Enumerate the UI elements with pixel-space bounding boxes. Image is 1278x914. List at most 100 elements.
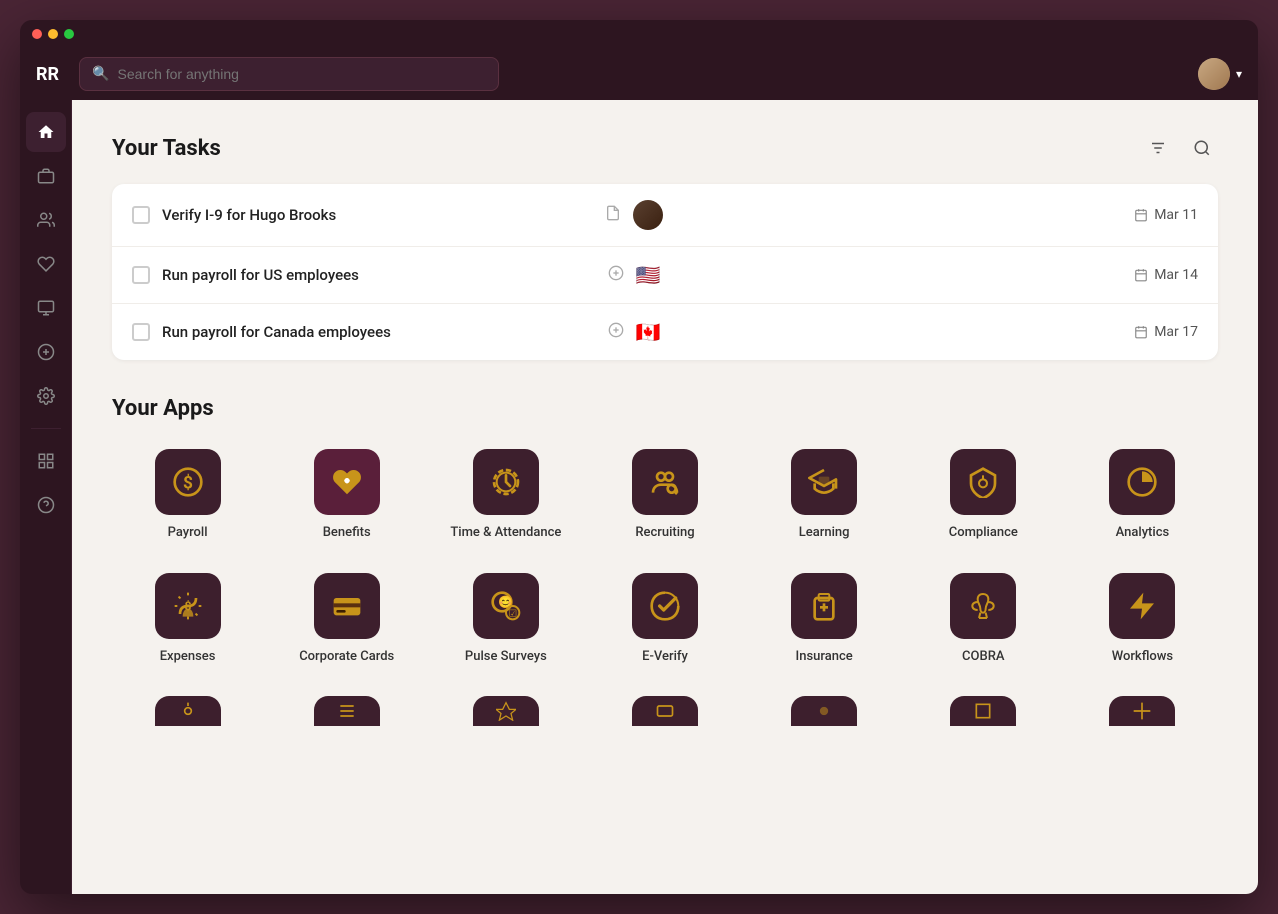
app-label-recruiting: Recruiting	[635, 525, 694, 541]
sidebar-item-home[interactable]	[26, 112, 66, 152]
filter-button[interactable]	[1142, 132, 1174, 164]
app-item-benefits[interactable]: Benefits	[271, 441, 422, 549]
minimize-dot[interactable]	[48, 29, 58, 39]
apps-grid-row1: $ Payroll	[112, 441, 1218, 549]
app-item-time-attendance[interactable]: Time & Attendance	[430, 441, 581, 549]
app-item-corporate-cards[interactable]: Corporate Cards	[271, 565, 422, 673]
app-item-expenses[interactable]: $ Expenses	[112, 565, 263, 673]
svg-text:$: $	[183, 474, 193, 494]
app-item-partial-7[interactable]	[1067, 688, 1218, 734]
compliance-icon	[950, 449, 1016, 515]
task-checkbox-1[interactable]	[132, 206, 150, 224]
learning-icon	[791, 449, 857, 515]
svg-text:☑: ☑	[509, 608, 517, 619]
app-item-partial-4[interactable]	[589, 688, 740, 734]
app-label-insurance: Insurance	[796, 649, 853, 665]
sidebar-item-jobs[interactable]	[26, 156, 66, 196]
canada-flag: 🇨🇦	[636, 320, 661, 344]
app-item-partial-5[interactable]	[749, 688, 900, 734]
insurance-icon	[791, 573, 857, 639]
sidebar-item-settings[interactable]	[26, 376, 66, 416]
app-item-compliance[interactable]: Compliance	[908, 441, 1059, 549]
analytics-icon	[1109, 449, 1175, 515]
sidebar-item-benefits[interactable]	[26, 244, 66, 284]
app-label-cobra: COBRA	[962, 649, 1004, 665]
payroll-icon: $	[155, 449, 221, 515]
sidebar-item-people[interactable]	[26, 200, 66, 240]
sidebar-item-devices[interactable]	[26, 288, 66, 328]
app-item-cobra[interactable]: COBRA	[908, 565, 1059, 673]
app-label-time-attendance: Time & Attendance	[450, 525, 561, 541]
app-window: RR 🔍 ▾	[20, 20, 1258, 894]
task-date-1: Mar 11	[1118, 207, 1198, 223]
tasks-title: Your Tasks	[112, 136, 221, 161]
user-menu[interactable]: ▾	[1198, 58, 1242, 90]
dollar-circle-icon-3	[608, 322, 624, 342]
apps-title: Your Apps	[112, 396, 1218, 421]
sidebar-item-apps[interactable]	[26, 441, 66, 481]
task-date-3: Mar 17	[1118, 324, 1198, 340]
search-bar[interactable]: 🔍	[79, 57, 499, 91]
pulse-surveys-icon: 😊 ☑	[473, 573, 539, 639]
corporate-cards-icon	[314, 573, 380, 639]
app-label-analytics: Analytics	[1116, 525, 1170, 541]
avatar	[1198, 58, 1230, 90]
sidebar-item-help[interactable]	[26, 485, 66, 525]
apps-grid-row3-partial	[112, 688, 1218, 734]
tasks-list: Verify I-9 for Hugo Brooks Mar 11	[112, 184, 1218, 360]
apps-section: Your Apps $ Payroll	[112, 396, 1218, 734]
task-date-text-1: Mar 11	[1154, 207, 1198, 223]
table-row: Run payroll for Canada employees 🇨🇦 Mar …	[112, 304, 1218, 360]
app-item-workflows[interactable]: Workflows	[1067, 565, 1218, 673]
task-date-text-2: Mar 14	[1154, 267, 1198, 283]
app-item-partial-1[interactable]	[112, 688, 263, 734]
dollar-circle-icon-2	[608, 265, 624, 285]
search-icon: 🔍	[92, 66, 109, 82]
recruiting-icon	[632, 449, 698, 515]
titlebar	[20, 20, 1258, 48]
task-label-2: Run payroll for US employees	[162, 266, 596, 284]
table-row: Verify I-9 for Hugo Brooks Mar 11	[112, 184, 1218, 247]
main-content: Your Tasks Verify I-9 for Hugo	[72, 100, 1258, 894]
tasks-header: Your Tasks	[112, 132, 1218, 164]
sidebar-divider	[31, 428, 61, 429]
search-input[interactable]	[118, 66, 487, 82]
us-flag: 🇺🇸	[636, 263, 661, 287]
app-item-analytics[interactable]: Analytics	[1067, 441, 1218, 549]
app-label-compliance: Compliance	[949, 525, 1018, 541]
app-item-payroll[interactable]: $ Payroll	[112, 441, 263, 549]
expenses-icon: $	[155, 573, 221, 639]
task-date-text-3: Mar 17	[1154, 324, 1198, 340]
app-logo[interactable]: RR	[36, 64, 59, 85]
sidebar	[20, 100, 72, 894]
app-item-partial-3[interactable]	[430, 688, 581, 734]
app-label-pulse-surveys: Pulse Surveys	[465, 649, 547, 665]
app-label-corporate-cards: Corporate Cards	[299, 649, 394, 665]
app-item-pulse-surveys[interactable]: 😊 ☑ Pulse Surveys	[430, 565, 581, 673]
app-label-workflows: Workflows	[1112, 649, 1173, 665]
e-verify-icon	[632, 573, 698, 639]
maximize-dot[interactable]	[64, 29, 74, 39]
task-date-2: Mar 14	[1118, 267, 1198, 283]
app-label-payroll: Payroll	[168, 525, 208, 541]
app-item-e-verify[interactable]: E-Verify	[589, 565, 740, 673]
doc-icon	[605, 205, 621, 225]
table-row: Run payroll for US employees 🇺🇸 Mar 14	[112, 247, 1218, 304]
app-item-learning[interactable]: Learning	[749, 441, 900, 549]
app-item-partial-6[interactable]	[908, 688, 1059, 734]
close-dot[interactable]	[32, 29, 42, 39]
app-item-insurance[interactable]: Insurance	[749, 565, 900, 673]
task-label-3: Run payroll for Canada employees	[162, 323, 596, 341]
topbar: RR 🔍 ▾	[20, 48, 1258, 100]
chevron-down-icon: ▾	[1236, 67, 1242, 81]
app-label-learning: Learning	[799, 525, 850, 541]
cobra-icon	[950, 573, 1016, 639]
task-checkbox-3[interactable]	[132, 323, 150, 341]
search-button[interactable]	[1186, 132, 1218, 164]
tasks-header-icons	[1142, 132, 1218, 164]
app-item-partial-2[interactable]	[271, 688, 422, 734]
sidebar-item-finance[interactable]	[26, 332, 66, 372]
time-attendance-icon	[473, 449, 539, 515]
app-item-recruiting[interactable]: Recruiting	[589, 441, 740, 549]
task-checkbox-2[interactable]	[132, 266, 150, 284]
